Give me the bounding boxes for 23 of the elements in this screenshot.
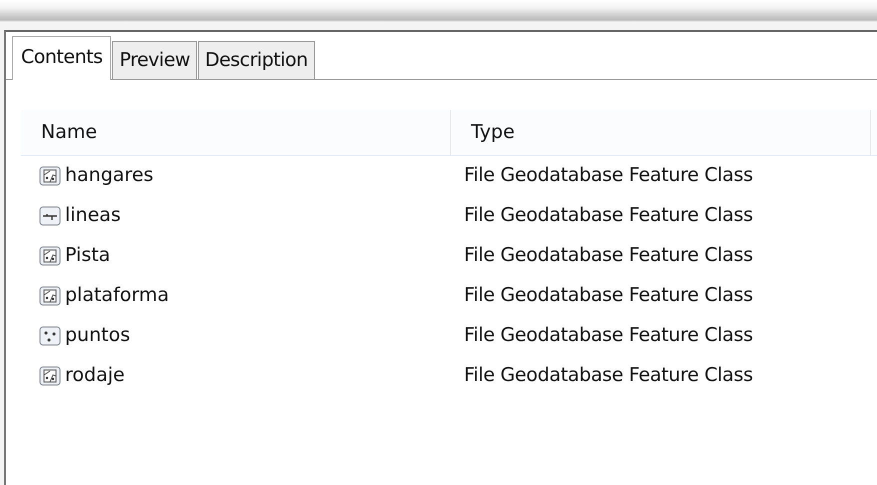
layer-name[interactable]: lineas — [65, 201, 121, 230]
column-header[interactable]: Name — [21, 110, 451, 154]
layer-name[interactable]: hangares — [65, 161, 154, 190]
layer-name[interactable]: rodaje — [65, 361, 125, 390]
tab[interactable]: Description — [198, 41, 315, 78]
point-layer-icon — [39, 326, 61, 346]
layer-name[interactable]: Pista — [65, 241, 110, 270]
line-layer-icon — [39, 206, 61, 226]
layer-type: File Geodatabase Feature Class — [463, 203, 753, 228]
layer-type: File Geodatabase Feature Class — [463, 283, 753, 308]
tab[interactable]: Preview — [112, 41, 197, 78]
polygon-layer-icon — [39, 246, 61, 266]
layer-type: File Geodatabase Feature Class — [463, 243, 753, 268]
layer-type: File Geodatabase Feature Class — [463, 363, 753, 388]
column-header[interactable]: Type — [451, 110, 871, 154]
polygon-layer-icon — [39, 166, 61, 186]
layer-type: File Geodatabase Feature Class — [463, 163, 753, 188]
polygon-layer-icon — [39, 366, 61, 386]
tab[interactable]: Contents — [12, 36, 112, 80]
layer-name[interactable]: plataforma — [65, 281, 170, 310]
layer-name[interactable]: puntos — [65, 321, 130, 350]
layer-type: File Geodatabase Feature Class — [463, 323, 753, 348]
polygon-layer-icon — [39, 286, 61, 306]
